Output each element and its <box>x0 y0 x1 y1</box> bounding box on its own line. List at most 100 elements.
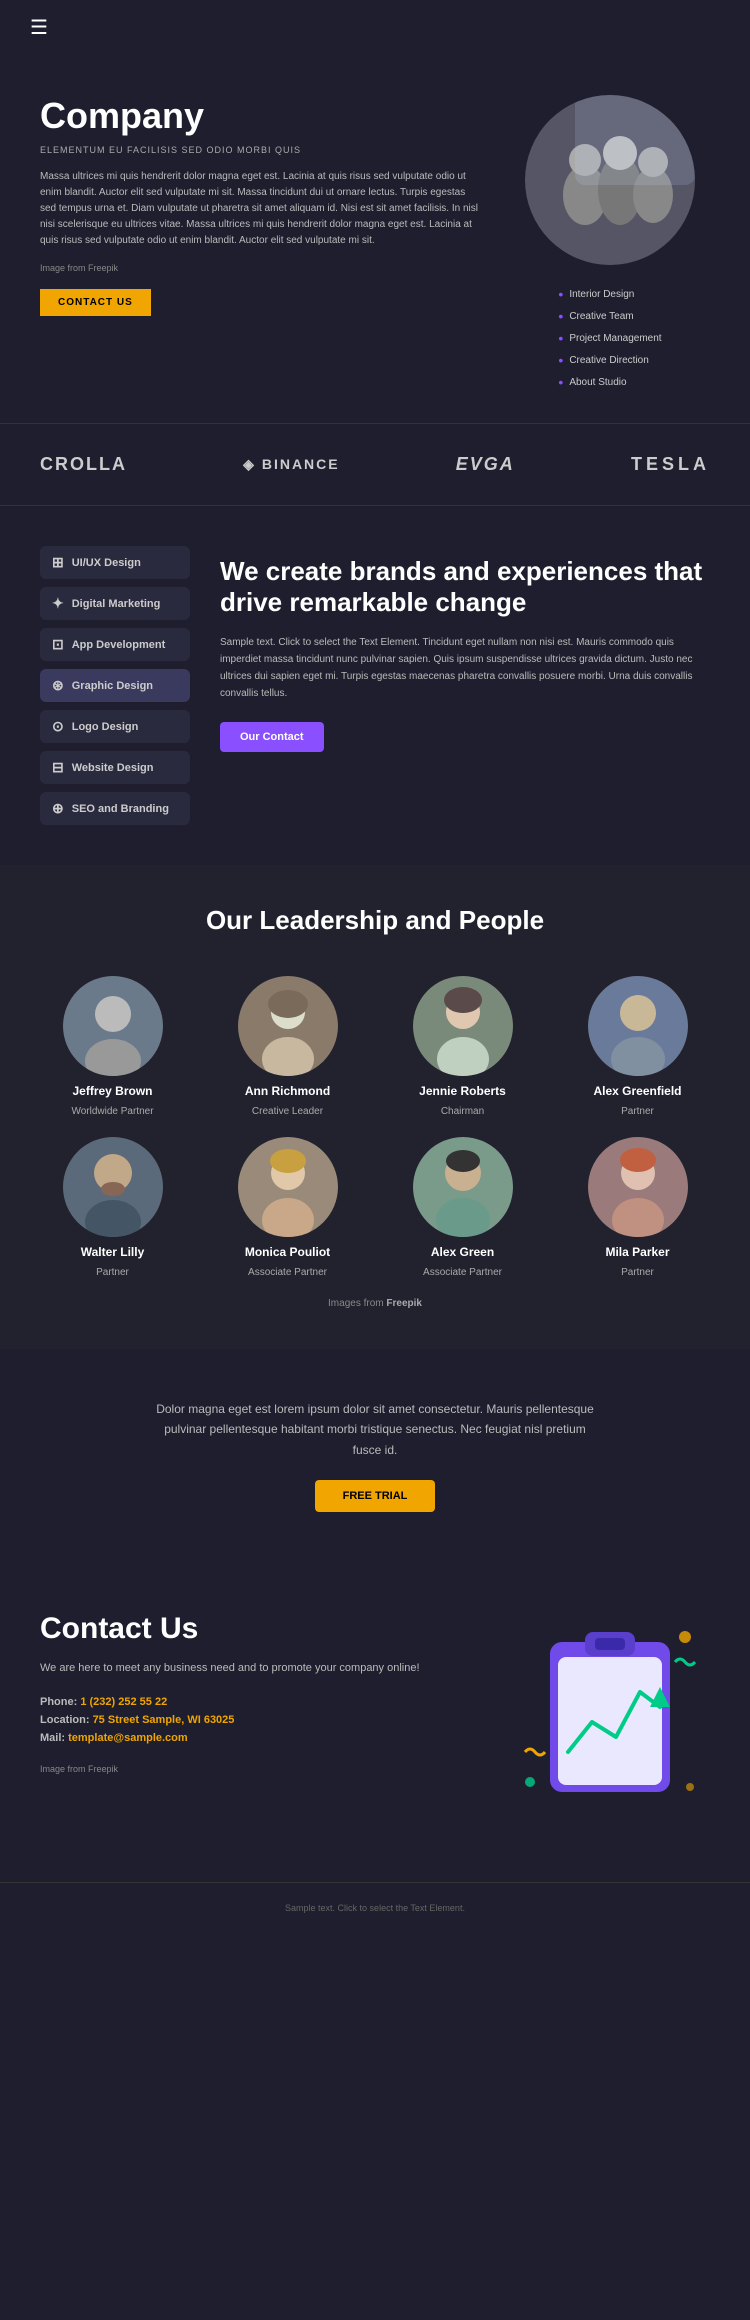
graphic-icon: ⊛ <box>52 677 64 694</box>
logo-icon: ⊙ <box>52 718 64 735</box>
team-grid-row1: Jeffrey Brown Worldwide Partner Ann Rich… <box>30 976 720 1117</box>
contact-location: Location: 75 Street Sample, WI 63025 <box>40 1714 490 1726</box>
service-website-design[interactable]: ⊟ Website Design <box>40 751 190 784</box>
service-marketing-label: Digital Marketing <box>72 598 161 610</box>
hero-nav-item[interactable]: • Creative Direction <box>558 349 661 371</box>
mila-role: Partner <box>621 1267 654 1278</box>
walter-role: Partner <box>96 1267 129 1278</box>
hero-left: Company ELEMENTUM EU FACILISIS SED ODIO … <box>40 95 480 316</box>
our-contact-button[interactable]: Our Contact <box>220 722 324 752</box>
ann-avatar <box>238 976 338 1076</box>
service-digital-marketing[interactable]: ✦ Digital Marketing <box>40 587 190 620</box>
footer: Sample text. Click to select the Text El… <box>0 1882 750 1933</box>
tagline-area: We create brands and experiences that dr… <box>220 546 710 825</box>
team-member-jeffrey: Jeffrey Brown Worldwide Partner <box>30 976 195 1117</box>
service-app-label: App Development <box>72 639 166 651</box>
alex-green-avatar <box>413 1137 513 1237</box>
service-logo-label: Logo Design <box>72 721 139 733</box>
service-uiux-label: UI/UX Design <box>72 557 141 569</box>
seo-icon: ⊕ <box>52 800 64 817</box>
leadership-image-credit: Images from Freepik <box>30 1298 720 1309</box>
team-member-alex-g: Alex Greenfield Partner <box>555 976 720 1117</box>
free-trial-button[interactable]: Free Trial <box>315 1480 436 1512</box>
contact-title: Contact Us <box>40 1612 490 1646</box>
mila-avatar <box>588 1137 688 1237</box>
service-seo-branding[interactable]: ⊕ SEO and Branding <box>40 792 190 825</box>
mila-name: Mila Parker <box>605 1245 669 1259</box>
services-list: ⊞ UI/UX Design ✦ Digital Marketing ⊡ App… <box>40 546 190 825</box>
service-app-dev[interactable]: ⊡ App Development <box>40 628 190 661</box>
navbar: ☰ <box>0 0 750 55</box>
phone-value: 1 (232) 252 55 22 <box>80 1696 167 1708</box>
contact-left: Contact Us We are here to meet any busin… <box>40 1612 490 1774</box>
service-uiux[interactable]: ⊞ UI/UX Design <box>40 546 190 579</box>
team-member-jennie: Jennie Roberts Chairman <box>380 976 545 1117</box>
contact-section: Contact Us We are here to meet any busin… <box>0 1562 750 1882</box>
service-website-label: Website Design <box>72 762 154 774</box>
contact-image-credit: Image from Freepik <box>40 1764 490 1774</box>
brands-bar: CROLLA ◈ BINANCE EVGA TESLA <box>0 423 750 506</box>
hero-nav-item[interactable]: • Creative Team <box>558 305 661 327</box>
brand-binance: ◈ BINANCE <box>243 456 339 473</box>
website-icon: ⊟ <box>52 759 64 776</box>
hero-image-credit: Image from Freepik <box>40 263 480 273</box>
leadership-title: Our Leadership and People <box>30 905 720 936</box>
leadership-section: Our Leadership and People Jeffrey Brown … <box>0 865 750 1349</box>
hero-nav-list: • Interior Design • Creative Team • Proj… <box>558 283 661 393</box>
jennie-avatar <box>413 976 513 1076</box>
app-icon: ⊡ <box>52 636 64 653</box>
walter-avatar <box>63 1137 163 1237</box>
alex-g-role: Partner <box>621 1106 654 1117</box>
service-logo-design[interactable]: ⊙ Logo Design <box>40 710 190 743</box>
hero-nav-item[interactable]: • Interior Design <box>558 283 661 305</box>
tagline-body: Sample text. Click to select the Text El… <box>220 634 710 702</box>
marketing-icon: ✦ <box>52 595 64 612</box>
team-member-mila: Mila Parker Partner <box>555 1137 720 1278</box>
contact-description: We are here to meet any business need an… <box>40 1660 490 1678</box>
service-graphic-label: Graphic Design <box>72 680 153 692</box>
ann-name: Ann Richmond <box>245 1084 330 1098</box>
cta-text: Dolor magna eget est lorem ipsum dolor s… <box>150 1399 600 1460</box>
mail-link[interactable]: template@sample.com <box>68 1732 188 1744</box>
ann-role: Creative Leader <box>252 1106 323 1117</box>
hero-nav-item[interactable]: • About Studio <box>558 371 661 393</box>
jennie-role: Chairman <box>441 1106 484 1117</box>
hero-right: • Interior Design • Creative Team • Proj… <box>510 95 710 393</box>
hero-image <box>525 95 695 265</box>
contact-illustration <box>520 1612 700 1832</box>
team-grid-row2: Walter Lilly Partner Monica Pouliot Asso… <box>30 1137 720 1278</box>
team-member-walter: Walter Lilly Partner <box>30 1137 195 1278</box>
hero-body-text: Massa ultrices mi quis hendrerit dolor m… <box>40 169 480 249</box>
hero-section: Company ELEMENTUM EU FACILISIS SED ODIO … <box>0 55 750 423</box>
uiux-icon: ⊞ <box>52 554 64 571</box>
alex-green-name: Alex Green <box>431 1245 494 1259</box>
hero-title: Company <box>40 95 480 137</box>
brand-evga: EVGA <box>456 454 515 475</box>
team-member-ann: Ann Richmond Creative Leader <box>205 976 370 1117</box>
contact-phone: Phone: 1 (232) 252 55 22 <box>40 1696 490 1708</box>
location-value: 75 Street Sample, WI 63025 <box>93 1714 235 1726</box>
tagline-heading: We create brands and experiences that dr… <box>220 556 710 618</box>
contact-right <box>510 1612 710 1832</box>
walter-name: Walter Lilly <box>81 1245 145 1259</box>
jeffrey-role: Worldwide Partner <box>71 1106 153 1117</box>
brand-tesla: TESLA <box>631 454 710 475</box>
service-graphic-design[interactable]: ⊛ Graphic Design <box>40 669 190 702</box>
alex-g-avatar <box>588 976 688 1076</box>
contact-mail: Mail: template@sample.com <box>40 1732 490 1744</box>
team-member-alex-green: Alex Green Associate Partner <box>380 1137 545 1278</box>
footer-text: Sample text. Click to select the Text El… <box>30 1903 720 1913</box>
jennie-name: Jennie Roberts <box>419 1084 506 1098</box>
brand-crolla: CROLLA <box>40 454 127 475</box>
alex-g-name: Alex Greenfield <box>593 1084 681 1098</box>
hamburger-icon[interactable]: ☰ <box>30 15 48 40</box>
monica-name: Monica Pouliot <box>245 1245 330 1259</box>
team-member-monica: Monica Pouliot Associate Partner <box>205 1137 370 1278</box>
alex-green-role: Associate Partner <box>423 1267 502 1278</box>
cta-section: Dolor magna eget est lorem ipsum dolor s… <box>0 1349 750 1562</box>
hero-subtitle: ELEMENTUM EU FACILISIS SED ODIO MORBI QU… <box>40 145 480 155</box>
contact-us-button[interactable]: CONTACT US <box>40 289 151 316</box>
hero-nav-item[interactable]: • Project Management <box>558 327 661 349</box>
monica-role: Associate Partner <box>248 1267 327 1278</box>
services-section: ⊞ UI/UX Design ✦ Digital Marketing ⊡ App… <box>0 506 750 865</box>
